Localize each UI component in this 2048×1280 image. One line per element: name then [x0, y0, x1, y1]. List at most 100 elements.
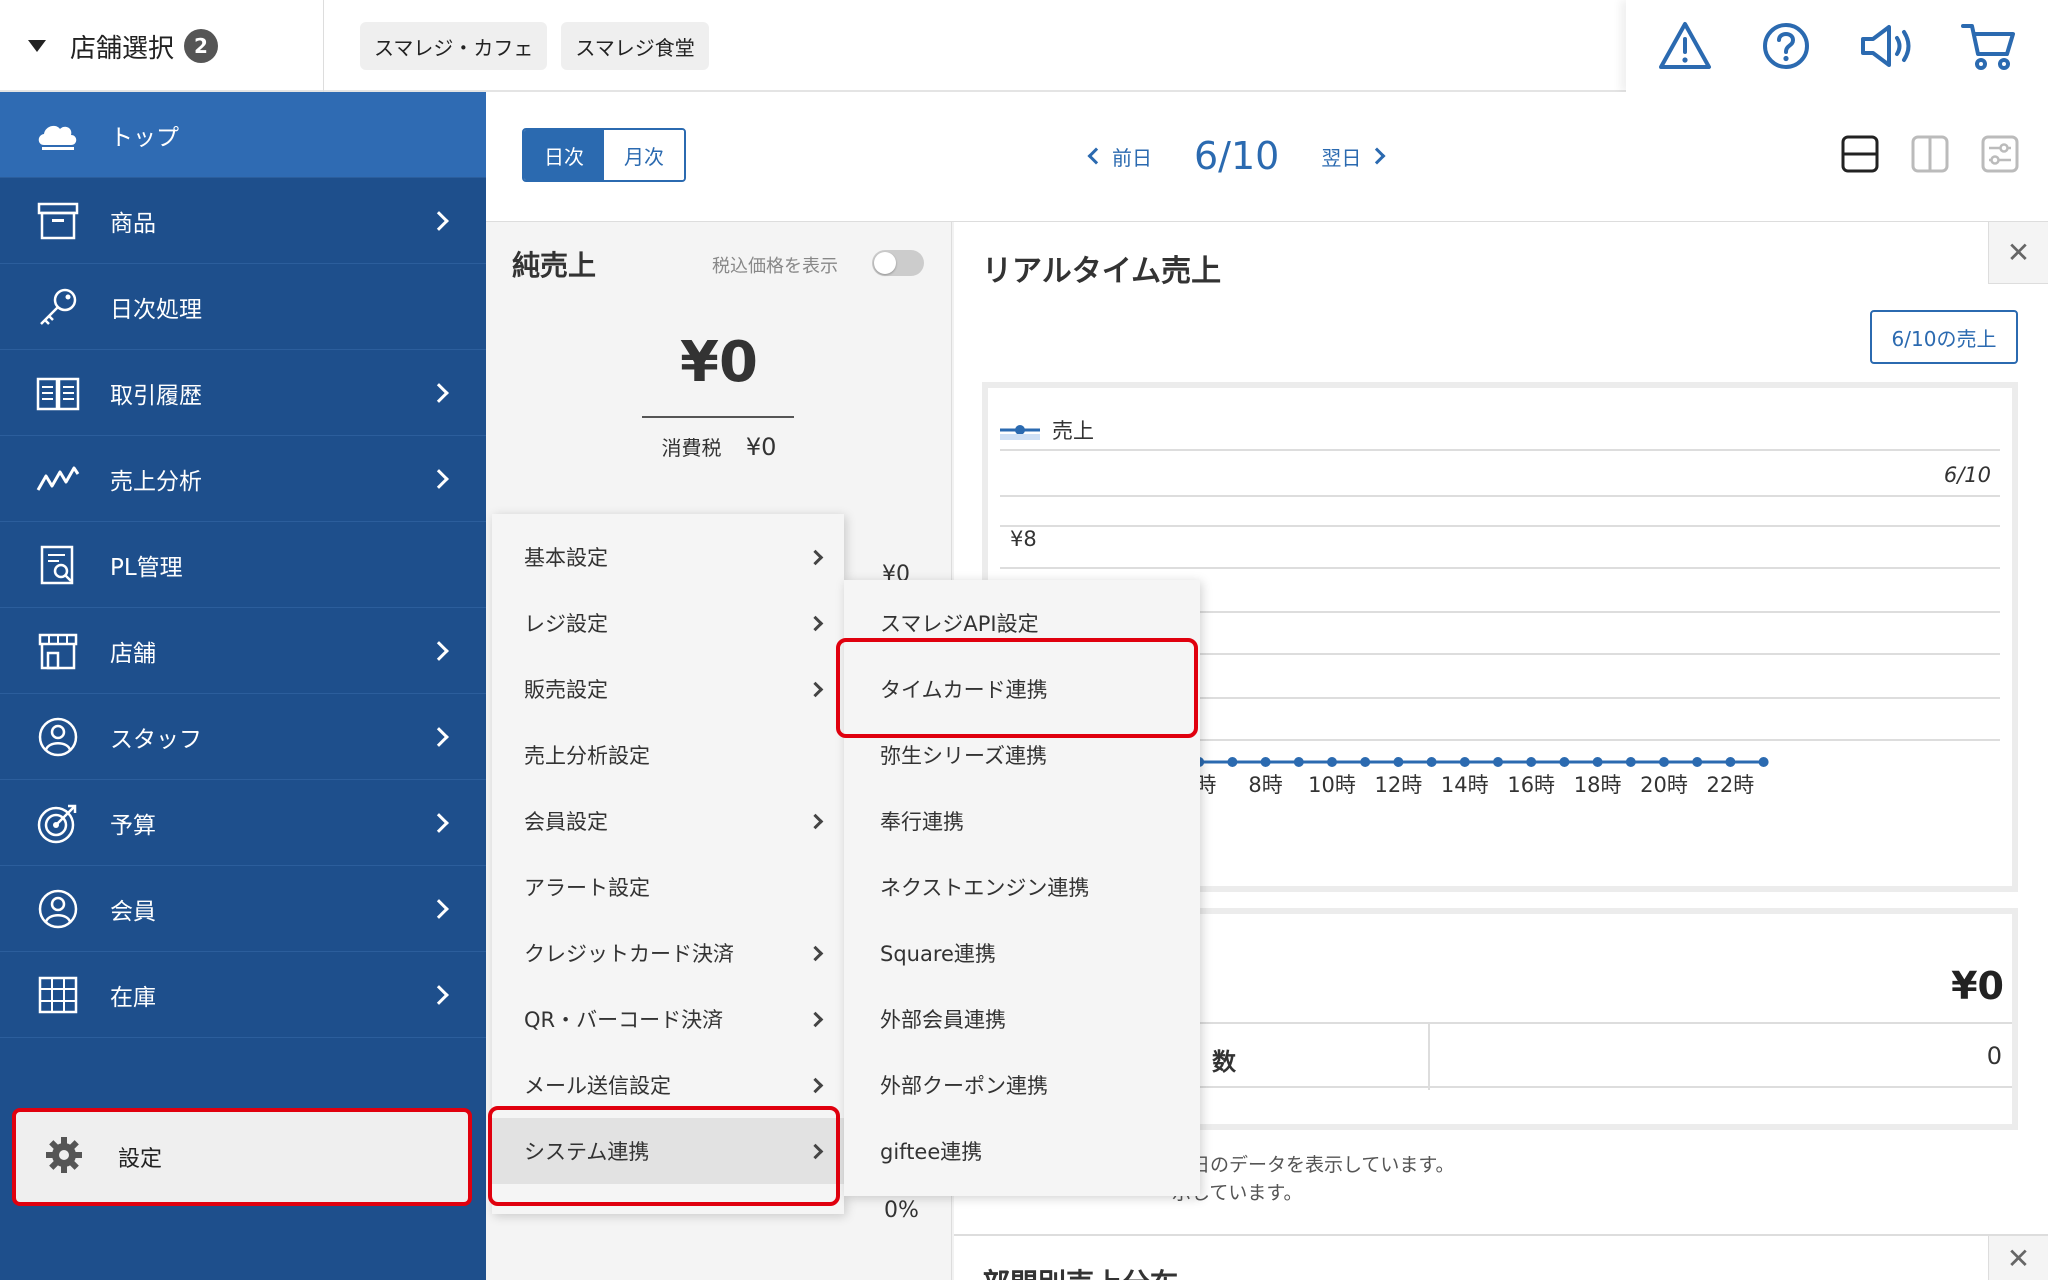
department-sales-panel: 部門別売上分布 ✕: [954, 1234, 2048, 1280]
menu-item-qr-payment[interactable]: QR・バーコード決済: [492, 986, 844, 1052]
sidebar-item-members[interactable]: 会員: [0, 866, 486, 952]
sidebar-item-settings[interactable]: 設定: [12, 1108, 472, 1206]
data-point: [1526, 757, 1537, 767]
store-select-label: 店舗選択: [70, 33, 175, 64]
chevron-right-icon: [429, 382, 449, 403]
sidebar-item-label: スタッフ: [110, 726, 202, 753]
store-chip[interactable]: スマレジ食堂: [561, 22, 709, 70]
chevron-right-icon: [807, 1077, 824, 1093]
data-point: [1692, 757, 1703, 767]
period-toggle: 日次 月次: [522, 128, 686, 182]
data-point: [1659, 757, 1669, 767]
sidebar-item-sales-analysis[interactable]: 売上分析: [0, 436, 486, 522]
menu-item-next-engine[interactable]: ネクストエンジン連携: [844, 854, 1200, 920]
store-chip-list: スマレジ・カフェ スマレジ食堂: [360, 22, 709, 70]
layout-rows-icon[interactable]: [1840, 134, 1880, 174]
gear-icon: [44, 1135, 84, 1179]
menu-item-label: 弥生シリーズ連携: [880, 744, 1047, 768]
menu-item-sales-settings[interactable]: 販売設定: [492, 656, 844, 722]
cloud-icon: [36, 113, 80, 157]
department-sales-title: 部門別売上分布: [982, 1262, 1178, 1280]
x-tick-label: 14時: [1441, 773, 1489, 797]
menu-item-bugyo[interactable]: 奉行連携: [844, 788, 1200, 854]
data-point: [1260, 757, 1271, 767]
tax-value: ¥0: [745, 433, 777, 461]
sidebar-item-budget[interactable]: 予算: [0, 780, 486, 866]
chevron-left-icon: [1087, 147, 1105, 165]
top-header: 店舗選択 2 スマレジ・カフェ スマレジ食堂: [0, 0, 2048, 92]
store-chip[interactable]: スマレジ・カフェ: [360, 22, 548, 70]
store-count-badge: 2: [184, 29, 219, 63]
chevron-right-icon: [1368, 147, 1386, 165]
menu-item-basic-settings[interactable]: 基本設定: [492, 524, 844, 590]
sidebar-item-label: PL管理: [110, 554, 183, 581]
sidebar-item-products[interactable]: 商品: [0, 178, 486, 264]
chevron-right-icon: [807, 681, 824, 697]
analysis-icon: [36, 457, 80, 501]
inventory-icon: [36, 973, 80, 1017]
menu-item-label: 奉行連携: [880, 810, 964, 834]
daily-sales-button[interactable]: 6/10の売上: [1870, 310, 2018, 364]
prev-day-link[interactable]: 前日: [1087, 142, 1152, 171]
date-navigator: 前日 6/10 翌日: [1087, 128, 1386, 184]
member-icon: [36, 887, 80, 931]
menu-item-square[interactable]: Square連携: [844, 920, 1200, 986]
sidebar-item-store[interactable]: 店舗: [0, 608, 486, 694]
caret-down-icon: [28, 40, 46, 52]
data-point: [1227, 757, 1238, 767]
sidebar-item-top[interactable]: トップ: [0, 92, 486, 178]
sidebar-item-daily[interactable]: 日次処理: [0, 264, 486, 350]
menu-item-member-settings[interactable]: 会員設定: [492, 788, 844, 854]
menu-item-label: 会員設定: [524, 810, 608, 834]
sidebar: トップ 商品 日次処理 取引履歴 売上分析 PL管理 店舗 スタッフ 予算 会員…: [0, 92, 486, 1280]
menu-item-label: QR・バーコード決済: [524, 1008, 724, 1032]
row-divider: [1428, 1024, 1430, 1090]
menu-item-analysis-settings[interactable]: 売上分析設定: [492, 722, 844, 788]
warning-icon[interactable]: [1655, 16, 1715, 76]
data-point: [1327, 757, 1337, 767]
menu-item-external-coupon[interactable]: 外部クーポン連携: [844, 1052, 1200, 1118]
data-point: [1725, 757, 1736, 767]
close-icon[interactable]: ✕: [1988, 222, 2048, 284]
x-axis-ticks: 6時8時10時12時14時16時18時20時22時: [1182, 773, 1754, 797]
menu-item-external-member[interactable]: 外部会員連携: [844, 986, 1200, 1052]
sidebar-item-label: 在庫: [110, 984, 156, 1011]
chevron-right-icon: [429, 468, 449, 489]
data-point: [1426, 757, 1437, 767]
next-day-link[interactable]: 翌日: [1321, 142, 1386, 171]
sidebar-item-transactions[interactable]: 取引履歴: [0, 350, 486, 436]
close-icon[interactable]: ✕: [1988, 1236, 2048, 1280]
menu-item-label: 売上分析設定: [524, 744, 650, 768]
sidebar-item-staff[interactable]: スタッフ: [0, 694, 486, 780]
daily-tab[interactable]: 日次: [524, 130, 604, 180]
help-icon[interactable]: [1756, 16, 1816, 76]
next-day-label: 翌日: [1321, 145, 1362, 170]
layout-columns-icon[interactable]: [1910, 134, 1950, 174]
layout-settings-icon[interactable]: [1980, 134, 2020, 174]
sidebar-item-label: 取引履歴: [110, 382, 202, 409]
summary-row-value: 0: [1986, 1042, 2002, 1070]
legend-swatch: [1000, 434, 1040, 440]
tax-included-toggle[interactable]: [872, 250, 924, 276]
menu-item-credit-card[interactable]: クレジットカード決済: [492, 920, 844, 986]
sidebar-item-inventory[interactable]: 在庫: [0, 952, 486, 1038]
current-date: 6/10: [1194, 134, 1280, 178]
store-icon: [36, 629, 80, 673]
monthly-tab[interactable]: 月次: [604, 130, 684, 180]
amount-underline: [642, 416, 794, 418]
announcement-icon[interactable]: [1858, 16, 1918, 76]
cart-icon[interactable]: [1959, 16, 2019, 76]
menu-item-giftee[interactable]: giftee連携: [844, 1118, 1200, 1184]
chevron-right-icon: [807, 945, 824, 961]
chevron-right-icon: [429, 984, 449, 1005]
menu-item-alert-settings[interactable]: アラート設定: [492, 854, 844, 920]
x-tick-label: 8時: [1248, 773, 1282, 797]
menu-item-register-settings[interactable]: レジ設定: [492, 590, 844, 656]
sidebar-item-pl[interactable]: PL管理: [0, 522, 486, 608]
x-tick-label: 12時: [1375, 773, 1423, 797]
store-select-dropdown[interactable]: 店舗選択 2: [0, 0, 324, 92]
book-icon: [36, 371, 80, 415]
data-point: [1393, 757, 1404, 767]
staff-icon: [36, 715, 80, 759]
sidebar-item-label: 日次処理: [110, 296, 202, 323]
